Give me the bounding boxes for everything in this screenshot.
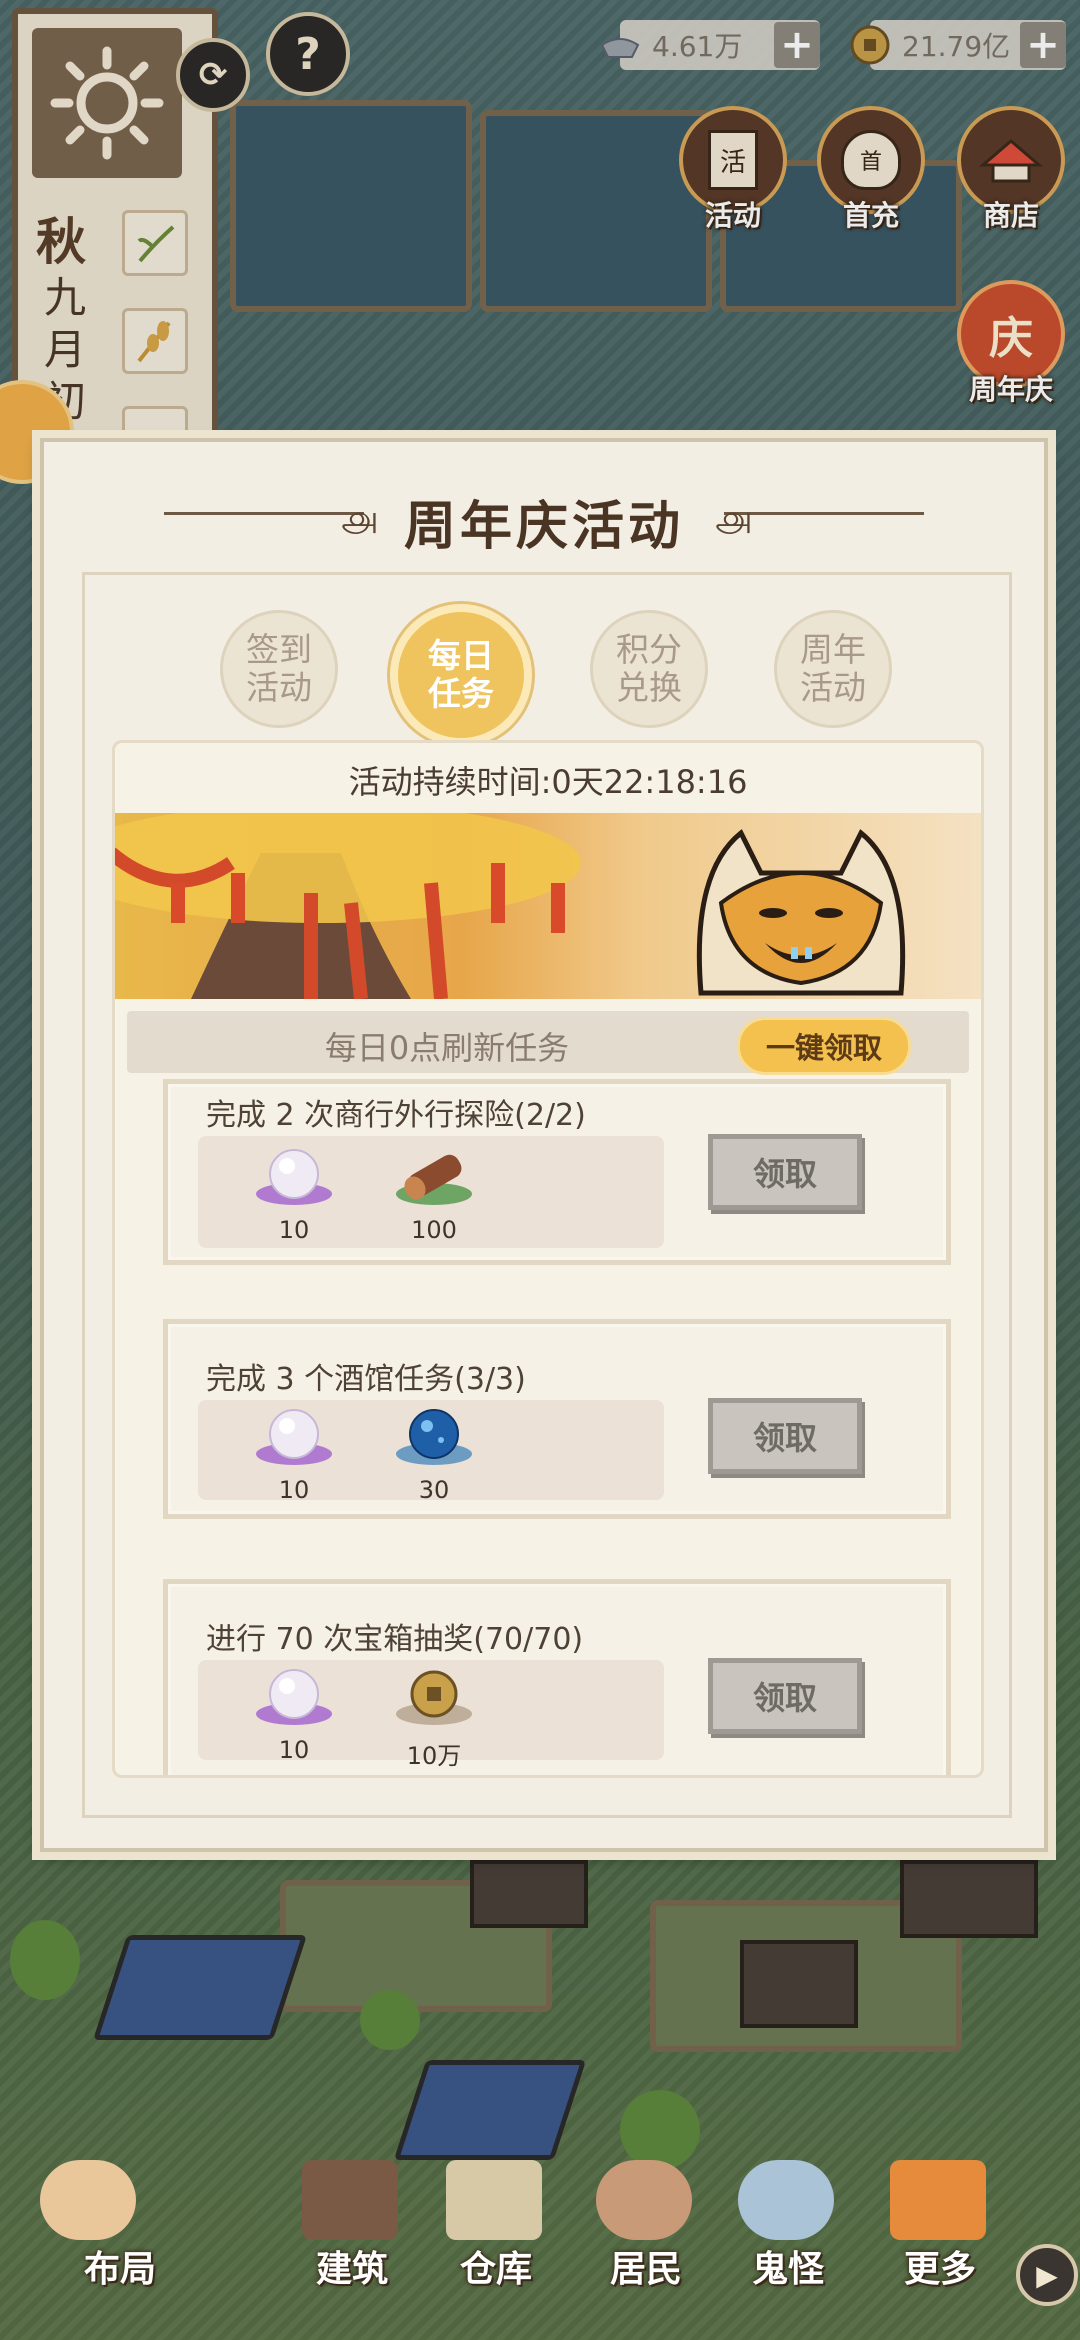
claim-button[interactable]: 领取 (708, 1658, 862, 1734)
tab-checkin[interactable]: 签到 活动 (220, 610, 338, 728)
task-card: 完成 2 次商行外行探险(2/2) 10 100 领取 (163, 1079, 951, 1265)
resident-icon (596, 2160, 692, 2240)
log-icon (396, 1154, 472, 1205)
reward-amount: 10 (278, 1216, 310, 1244)
tab-points-exchange[interactable]: 积分 兑换 (590, 610, 708, 728)
claim-button[interactable]: 领取 (708, 1134, 862, 1210)
bottom-nav-ghosts[interactable]: 鬼怪 (728, 2240, 848, 2292)
task-title: 完成 2 次商行外行探险(2/2) (206, 1098, 586, 1133)
modal-title: 周年庆活动 (403, 497, 684, 557)
reward-item: 100 (374, 1144, 494, 1244)
reward-amount: 100 (411, 1216, 457, 1244)
task-card: 进行 70 次宝箱抽奖(70/70) 10 10万 领取 (163, 1579, 951, 1775)
anniversary-modal: ௮ ௮ 周年庆活动 签到 活动 每日 任务 积分 兑换 周年 活动 活动持续时间… (40, 438, 1048, 1852)
task-title: 完成 3 个酒馆任务(3/3) (206, 1362, 526, 1397)
task-title: 进行 70 次宝箱抽奖(70/70) (206, 1622, 584, 1657)
pearl-icon (256, 1409, 332, 1465)
reward-list: 10 10万 (198, 1660, 664, 1770)
building-icon (302, 2160, 398, 2240)
pearl-icon (256, 1669, 332, 1725)
warehouse-icon (446, 2160, 542, 2240)
claim-button[interactable]: 领取 (708, 1398, 862, 1474)
coin-icon (396, 1670, 472, 1725)
reward-item: 30 (374, 1404, 494, 1504)
event-countdown: 活动持续时间:0天22:18:16 (348, 763, 748, 801)
bottom-nav-residents[interactable]: 居民 (586, 2240, 706, 2292)
bottom-nav-warehouse[interactable]: 仓库 (436, 2240, 556, 2292)
reward-list: 10 100 (198, 1136, 664, 1248)
bottom-nav-layout[interactable]: 布局 (60, 2240, 180, 2292)
claim-all-button[interactable]: 一键领取 (737, 1017, 911, 1075)
bottom-nav-build[interactable]: 建筑 (292, 2240, 412, 2292)
blue-orb-icon (396, 1409, 472, 1465)
reward-amount: 10 (278, 1736, 310, 1764)
task-card: 完成 3 个酒馆任务(3/3) 10 30 领取 (163, 1319, 951, 1519)
reward-item: 10 (234, 1404, 354, 1504)
more-icon (890, 2160, 986, 2240)
refresh-notice: 每日0点刷新任务 (324, 1029, 570, 1067)
chevron-right-icon[interactable]: ▶ (1016, 2244, 1078, 2306)
event-banner (115, 813, 981, 999)
reward-amount: 30 (418, 1476, 450, 1504)
pearl-icon (256, 1149, 332, 1205)
bottom-nav-more[interactable]: 更多 (880, 2240, 1000, 2292)
reward-item: 10 (234, 1664, 354, 1764)
refresh-bar: 每日0点刷新任务 一键领取 (127, 1011, 969, 1075)
tab-daily-tasks[interactable]: 每日 任务 (390, 604, 532, 746)
reward-list: 10 30 (198, 1400, 664, 1504)
daily-task-panel: 活动持续时间:0天22:18:16 每日0点刷新任务 一键领取 完成 2 次商行… (112, 740, 984, 1778)
ghost-icon (738, 2160, 834, 2240)
reward-item: 10 (234, 1144, 354, 1244)
layout-mascot-icon (40, 2160, 136, 2240)
tab-anniversary-event[interactable]: 周年 活动 (774, 610, 892, 728)
reward-item: 10万 (374, 1664, 494, 1771)
reward-amount: 10 (278, 1476, 310, 1504)
reward-amount: 10万 (406, 1742, 462, 1770)
